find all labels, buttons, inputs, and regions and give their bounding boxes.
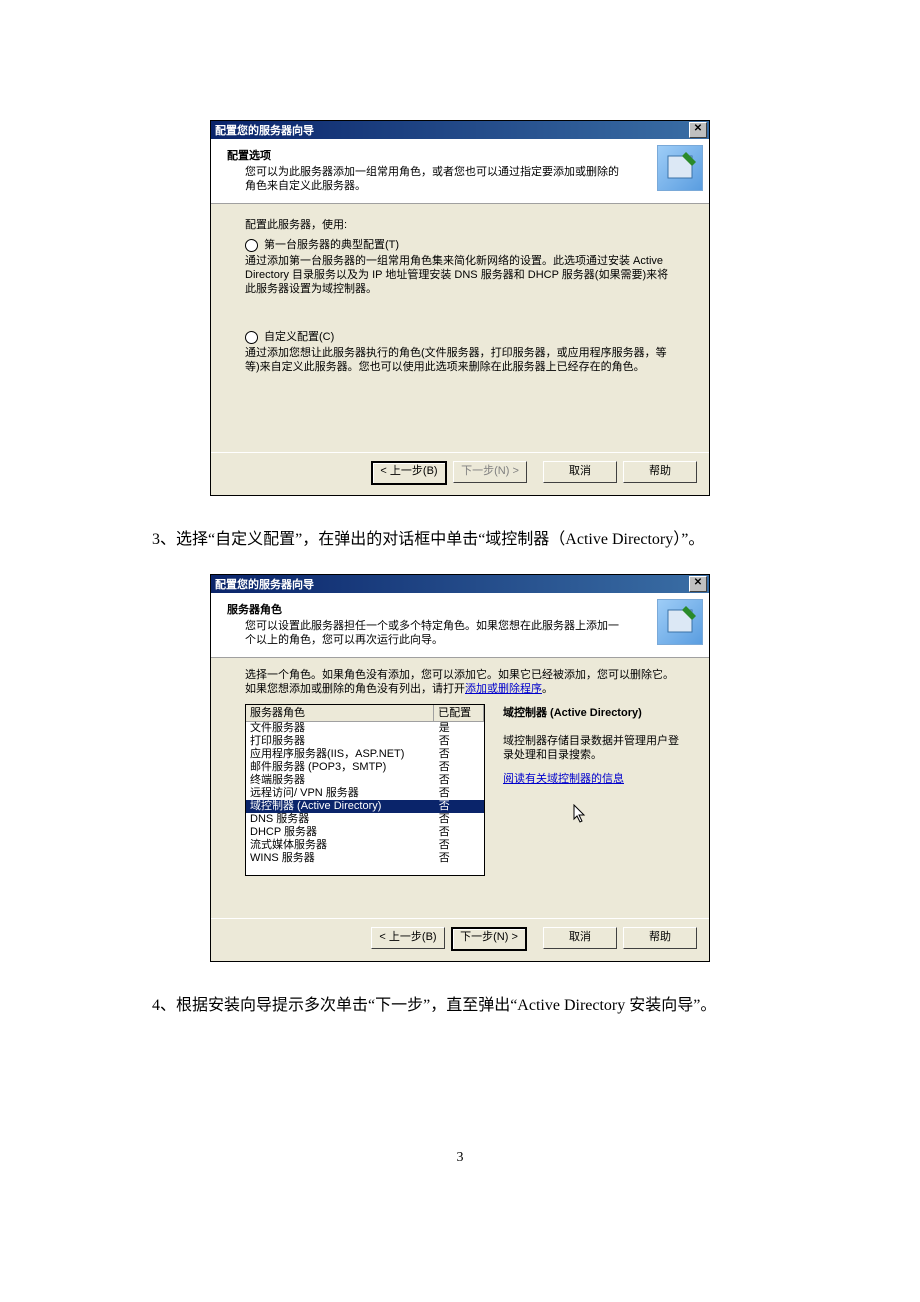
dialog-body: 选择一个角色。如果角色没有添加，您可以添加它。如果它已经被添加，您可以删除它。如… — [211, 658, 709, 918]
role-configured: 否 — [435, 761, 484, 774]
role-name: 打印服务器 — [246, 735, 435, 748]
header-subtitle: 您可以为此服务器添加一组常用角色，或者您也可以通过指定要添加或删除的角色来自定义… — [245, 165, 625, 193]
window-title: 配置您的服务器向导 — [215, 122, 314, 138]
radio-typical-config[interactable]: 第一台服务器的典型配置(T) — [245, 238, 679, 252]
intro-text: 选择一个角色。如果角色没有添加，您可以添加它。如果它已经被添加，您可以删除它。如… — [245, 668, 675, 696]
back-button[interactable]: < 上一步(B) — [371, 927, 445, 949]
window-title: 配置您的服务器向导 — [215, 576, 314, 592]
radio-label: 第一台服务器的典型配置(T) — [264, 238, 399, 252]
role-configured: 否 — [435, 748, 484, 761]
list-header: 服务器角色 已配置 — [246, 705, 484, 722]
role-configured: 否 — [435, 800, 484, 813]
role-name: 流式媒体服务器 — [246, 839, 435, 852]
list-item[interactable]: 流式媒体服务器否 — [246, 839, 484, 852]
option1-description: 通过添加第一台服务器的一组常用角色集来简化新网络的设置。此选项通过安装 Acti… — [245, 254, 675, 296]
close-icon[interactable]: ✕ — [689, 576, 707, 592]
close-icon[interactable]: ✕ — [689, 122, 707, 138]
next-button: 下一步(N) > — [453, 461, 527, 483]
detail-description: 域控制器存储目录数据并管理用户登录处理和目录搜索。 — [503, 734, 679, 762]
intro-part-a: 选择一个角色。如果角色没有添加，您可以添加它。如果它已经被添加，您可以删除它。如… — [245, 669, 674, 695]
header-subtitle: 您可以设置此服务器担任一个或多个特定角色。如果您想在此服务器上添加一个以上的角色… — [245, 619, 625, 647]
instruction-step-4: 4、根据安装向导提示多次单击“下一步”，直至弹出“Active Director… — [120, 992, 800, 1020]
role-configured: 是 — [435, 722, 484, 735]
cancel-button[interactable]: 取消 — [543, 461, 617, 483]
list-item[interactable]: 打印服务器否 — [246, 735, 484, 748]
role-configured: 否 — [435, 826, 484, 839]
dialog-header: 服务器角色 您可以设置此服务器担任一个或多个特定角色。如果您想在此服务器上添加一… — [211, 593, 709, 658]
role-configured: 否 — [435, 735, 484, 748]
dialog-server-role: 配置您的服务器向导 ✕ 服务器角色 您可以设置此服务器担任一个或多个特定角色。如… — [210, 574, 710, 962]
role-name: 文件服务器 — [246, 722, 435, 735]
role-name: 邮件服务器 (POP3，SMTP) — [246, 761, 435, 774]
detail-title: 域控制器 (Active Directory) — [503, 706, 679, 720]
dialog-config-options: 配置您的服务器向导 ✕ 配置选项 您可以为此服务器添加一组常用角色，或者您也可以… — [210, 120, 710, 496]
role-configured: 否 — [435, 787, 484, 800]
radio-icon — [245, 239, 258, 252]
radio-custom-config[interactable]: 自定义配置(C) — [245, 330, 679, 344]
list-item[interactable]: 邮件服务器 (POP3，SMTP)否 — [246, 761, 484, 774]
titlebar: 配置您的服务器向导 ✕ — [211, 121, 709, 139]
radio-icon — [245, 331, 258, 344]
server-icon — [657, 145, 703, 191]
role-listbox[interactable]: 服务器角色 已配置 文件服务器是打印服务器否应用程序服务器(IIS，ASP.NE… — [245, 704, 485, 876]
cursor-icon — [573, 804, 749, 830]
role-configured: 否 — [435, 852, 484, 865]
role-configured: 否 — [435, 813, 484, 826]
role-configured: 否 — [435, 774, 484, 787]
role-name: 终端服务器 — [246, 774, 435, 787]
role-name: DHCP 服务器 — [246, 826, 435, 839]
role-name: DNS 服务器 — [246, 813, 435, 826]
role-name: WINS 服务器 — [246, 852, 435, 865]
list-item[interactable]: DHCP 服务器否 — [246, 826, 484, 839]
cancel-button[interactable]: 取消 — [543, 927, 617, 949]
role-name: 远程访问/ VPN 服务器 — [246, 787, 435, 800]
header-title: 配置选项 — [227, 147, 699, 163]
instruction-step-3: 3、选择“自定义配置”，在弹出的对话框中单击“域控制器（Active Direc… — [120, 526, 800, 554]
list-item[interactable]: 域控制器 (Active Directory)否 — [246, 800, 484, 813]
list-item[interactable]: 远程访问/ VPN 服务器否 — [246, 787, 484, 800]
list-item[interactable]: 终端服务器否 — [246, 774, 484, 787]
add-remove-programs-link[interactable]: 添加或删除程序 — [465, 683, 542, 695]
help-button[interactable]: 帮助 — [623, 927, 697, 949]
col-header-name: 服务器角色 — [246, 705, 434, 721]
dialog-header: 配置选项 您可以为此服务器添加一组常用角色，或者您也可以通过指定要添加或删除的角… — [211, 139, 709, 204]
back-button[interactable]: < 上一步(B) — [371, 461, 447, 485]
server-icon — [657, 599, 703, 645]
help-button[interactable]: 帮助 — [623, 461, 697, 483]
page-number: 3 — [0, 1150, 920, 1166]
col-header-configured: 已配置 — [434, 705, 484, 721]
role-detail-pane: 域控制器 (Active Directory) 域控制器存储目录数据并管理用户登… — [503, 704, 679, 876]
dialog-footer: < 上一步(B) 下一步(N) > 取消 帮助 — [211, 452, 709, 495]
role-configured: 否 — [435, 839, 484, 852]
list-item[interactable]: WINS 服务器否 — [246, 852, 484, 865]
dialog-footer: < 上一步(B) 下一步(N) > 取消 帮助 — [211, 918, 709, 961]
next-button[interactable]: 下一步(N) > — [451, 927, 527, 951]
role-name: 应用程序服务器(IIS，ASP.NET) — [246, 748, 435, 761]
intro-part-b: 。 — [542, 683, 553, 695]
dialog-body: 配置此服务器，使用: 第一台服务器的典型配置(T) 通过添加第一台服务器的一组常… — [211, 204, 709, 452]
list-item[interactable]: DNS 服务器否 — [246, 813, 484, 826]
prompt-text: 配置此服务器，使用: — [245, 218, 679, 232]
radio-label: 自定义配置(C) — [264, 330, 334, 344]
option2-description: 通过添加您想让此服务器执行的角色(文件服务器，打印服务器，或应用程序服务器，等等… — [245, 346, 675, 374]
titlebar: 配置您的服务器向导 ✕ — [211, 575, 709, 593]
detail-link[interactable]: 阅读有关域控制器的信息 — [503, 773, 624, 785]
header-title: 服务器角色 — [227, 601, 699, 617]
list-item[interactable]: 文件服务器是 — [246, 722, 484, 735]
role-name: 域控制器 (Active Directory) — [246, 800, 435, 813]
list-item[interactable]: 应用程序服务器(IIS，ASP.NET)否 — [246, 748, 484, 761]
